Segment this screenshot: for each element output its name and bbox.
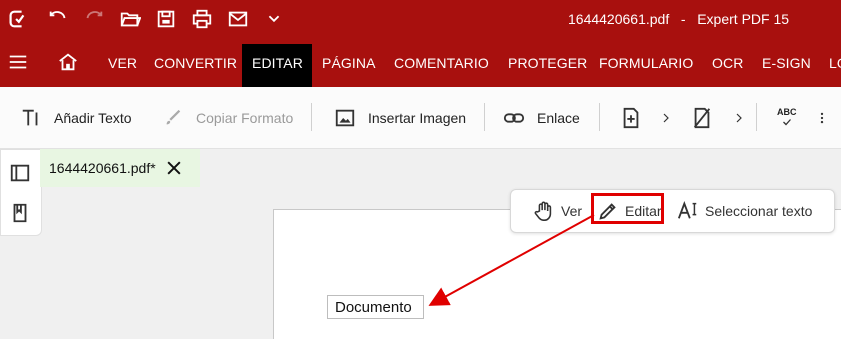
annotation-arrow — [428, 214, 595, 306]
